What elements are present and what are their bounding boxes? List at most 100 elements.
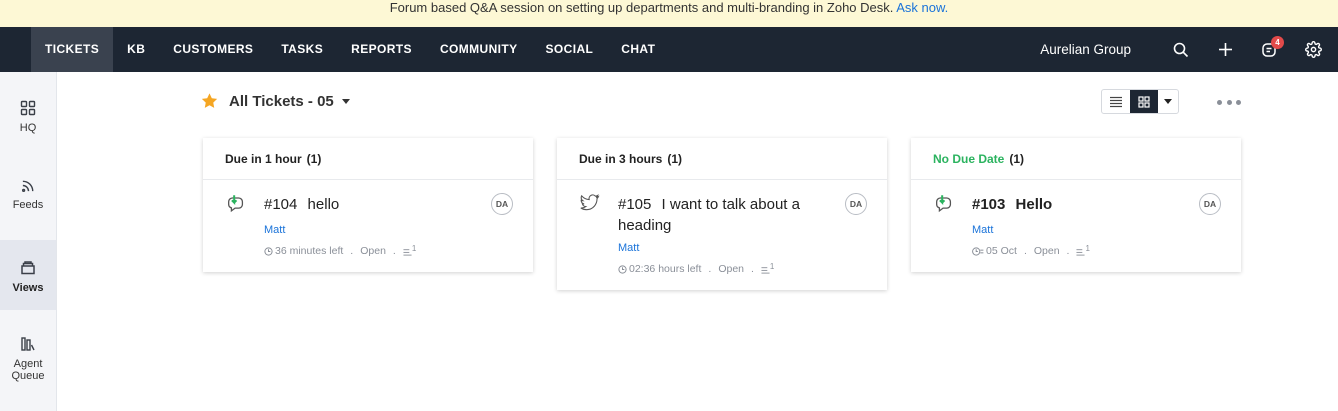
ticket-meta: 05 Oct . Open . 1	[972, 243, 1090, 257]
sidebar-item-label: Agent Queue	[11, 358, 45, 382]
meta-separator: .	[392, 245, 396, 257]
nav-community[interactable]: COMMUNITY	[426, 27, 532, 72]
kanban-column-due-3-hours: Due in 3 hours (1) #105 I want to talk a…	[557, 138, 887, 290]
sidebar-item-label: Feeds	[12, 199, 44, 211]
star-icon[interactable]	[200, 92, 219, 110]
column-header: Due in 3 hours (1)	[557, 138, 887, 180]
avatar[interactable]: DA	[845, 193, 867, 215]
column-title: No Due Date	[933, 151, 1005, 166]
ticket-number: #105	[618, 196, 652, 213]
ticket-card[interactable]: #103 Hello DA Matt 05 Oct . Open . 1	[911, 180, 1241, 257]
more-dot	[1217, 99, 1222, 105]
ticket-number: #104	[264, 196, 298, 213]
meta-separator: .	[1023, 245, 1027, 257]
ticket-status[interactable]: Open	[718, 263, 744, 275]
twitter-icon	[580, 194, 600, 211]
view-header: All Tickets - 05	[200, 88, 350, 114]
nav-chat[interactable]: CHAT	[607, 27, 669, 72]
avatar[interactable]: DA	[1199, 193, 1221, 215]
sidebar-item-views[interactable]: Views	[0, 240, 56, 310]
more-options-button[interactable]	[1217, 96, 1241, 108]
agent-queue-icon	[21, 337, 35, 351]
ticket-title[interactable]: #105 I want to talk about a heading	[618, 194, 828, 236]
kanban-column-no-due-date: No Due Date (1) #103 Hello DA Matt 05 Oc…	[911, 138, 1241, 272]
thread-count: 1	[1085, 243, 1090, 253]
plus-icon	[1218, 43, 1232, 56]
view-dropdown-caret[interactable]	[341, 98, 350, 104]
meta-separator: .	[350, 245, 354, 257]
ticket-due: 02:36 hours left	[629, 263, 702, 275]
add-button[interactable]	[1203, 27, 1247, 72]
banner-text: Forum based Q&A session on setting up de…	[389, 0, 897, 15]
clock-icon	[264, 246, 273, 256]
ticket-subject: Hello	[1015, 196, 1053, 213]
nav-kb[interactable]: KB	[113, 27, 159, 72]
search-button[interactable]	[1159, 27, 1203, 72]
list-icon	[1110, 96, 1122, 107]
notification-badge: 4	[1271, 36, 1284, 49]
left-sidebar: HQ Feeds Views Agent Queue	[0, 72, 57, 411]
thread-icon	[761, 266, 770, 274]
ticket-due: 05 Oct	[986, 245, 1017, 257]
gear-icon	[1304, 41, 1322, 58]
ticket-card[interactable]: #105 I want to talk about a heading DA M…	[557, 180, 887, 275]
nav-customers[interactable]: CUSTOMERS	[159, 27, 267, 72]
rss-icon	[21, 180, 33, 193]
clock-list-icon	[972, 246, 984, 256]
column-title: Due in 3 hours	[579, 151, 663, 166]
list-view-button[interactable]	[1102, 90, 1130, 113]
kanban-column-due-1-hour: Due in 1 hour (1) #104 hello DA Matt 36 …	[203, 138, 533, 272]
clock-icon	[618, 264, 627, 274]
column-header: Due in 1 hour (1)	[203, 138, 533, 180]
sidebar-item-feeds[interactable]: Feeds	[0, 178, 56, 234]
ticket-assignee[interactable]: Matt	[972, 224, 993, 236]
organization-switcher[interactable]: Aurelian Group	[1040, 42, 1131, 57]
column-count: (1)	[306, 151, 322, 166]
column-title: Due in 1 hour	[225, 151, 302, 166]
announcement-banner: Forum based Q&A session on setting up de…	[0, 0, 1338, 27]
meta-separator: .	[751, 263, 754, 275]
ticket-card[interactable]: #104 hello DA Matt 36 minutes left . Ope…	[203, 180, 533, 257]
view-title[interactable]: All Tickets - 05	[229, 93, 334, 110]
thread-count: 1	[769, 261, 775, 271]
sidebar-item-hq[interactable]: HQ	[0, 100, 56, 156]
view-options-dropdown[interactable]	[1158, 90, 1178, 113]
meta-separator: .	[708, 263, 712, 275]
ticket-due: 36 minutes left	[275, 245, 344, 257]
more-dot	[1236, 99, 1241, 105]
ticket-title[interactable]: #104 hello	[264, 194, 474, 215]
sidebar-item-agent-queue[interactable]: Agent Queue	[0, 336, 56, 396]
ticket-status[interactable]: Open	[360, 245, 386, 257]
sidebar-item-label: HQ	[19, 122, 37, 134]
grid-icon	[20, 100, 36, 116]
ticket-meta: 36 minutes left . Open . 1	[264, 243, 417, 257]
view-mode-toggle	[1101, 89, 1179, 114]
kanban-icon	[1138, 95, 1150, 108]
top-navigation: TICKETS KB CUSTOMERS TASKS REPORTS COMMU…	[0, 27, 1338, 72]
ticket-title[interactable]: #103 Hello	[972, 194, 1182, 215]
column-header: No Due Date (1)	[911, 138, 1241, 180]
thread-count: 1	[411, 243, 417, 253]
column-count: (1)	[1009, 151, 1025, 166]
web-icon	[936, 195, 952, 213]
sidebar-item-label: Views	[12, 282, 44, 294]
chevron-down-icon	[1164, 99, 1172, 104]
thread-icon	[403, 248, 412, 256]
nav-tickets[interactable]: TICKETS	[31, 27, 114, 72]
ticket-assignee[interactable]: Matt	[264, 224, 285, 236]
column-count: (1)	[667, 151, 683, 166]
ticket-assignee[interactable]: Matt	[618, 242, 639, 254]
nav-reports[interactable]: REPORTS	[337, 27, 426, 72]
thread-icon	[1076, 248, 1086, 256]
notifications-button[interactable]: 4	[1247, 27, 1291, 72]
ticket-subject: hello	[307, 196, 340, 213]
kanban-view-button[interactable]	[1130, 90, 1158, 113]
avatar[interactable]: DA	[491, 193, 513, 215]
nav-social[interactable]: SOCIAL	[532, 27, 608, 72]
ticket-status[interactable]: Open	[1034, 245, 1060, 257]
settings-button[interactable]	[1291, 27, 1335, 72]
ticket-meta: 02:36 hours left . Open . 1	[618, 261, 775, 275]
ask-now-link[interactable]: Ask now.	[896, 0, 948, 15]
ticket-number: #103	[972, 196, 1006, 213]
nav-tasks[interactable]: TASKS	[267, 27, 337, 72]
